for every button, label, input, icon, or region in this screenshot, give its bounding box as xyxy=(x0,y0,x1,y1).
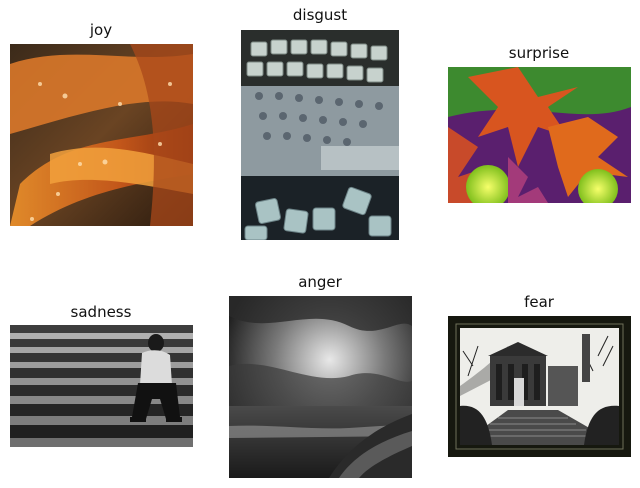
panel-title-joy: joy xyxy=(89,21,113,39)
anger-image xyxy=(229,296,412,478)
disgust-image xyxy=(241,30,399,240)
panel-title-disgust: disgust xyxy=(292,6,348,24)
joy-image xyxy=(10,44,193,226)
fear-image xyxy=(448,316,631,457)
panel-title-anger: anger xyxy=(298,273,342,291)
panel-title-surprise: surprise xyxy=(508,44,570,62)
sadness-image xyxy=(10,325,193,447)
panel-title-sadness: sadness xyxy=(70,303,132,321)
panel-title-fear: fear xyxy=(524,293,554,311)
surprise-image xyxy=(448,67,631,203)
